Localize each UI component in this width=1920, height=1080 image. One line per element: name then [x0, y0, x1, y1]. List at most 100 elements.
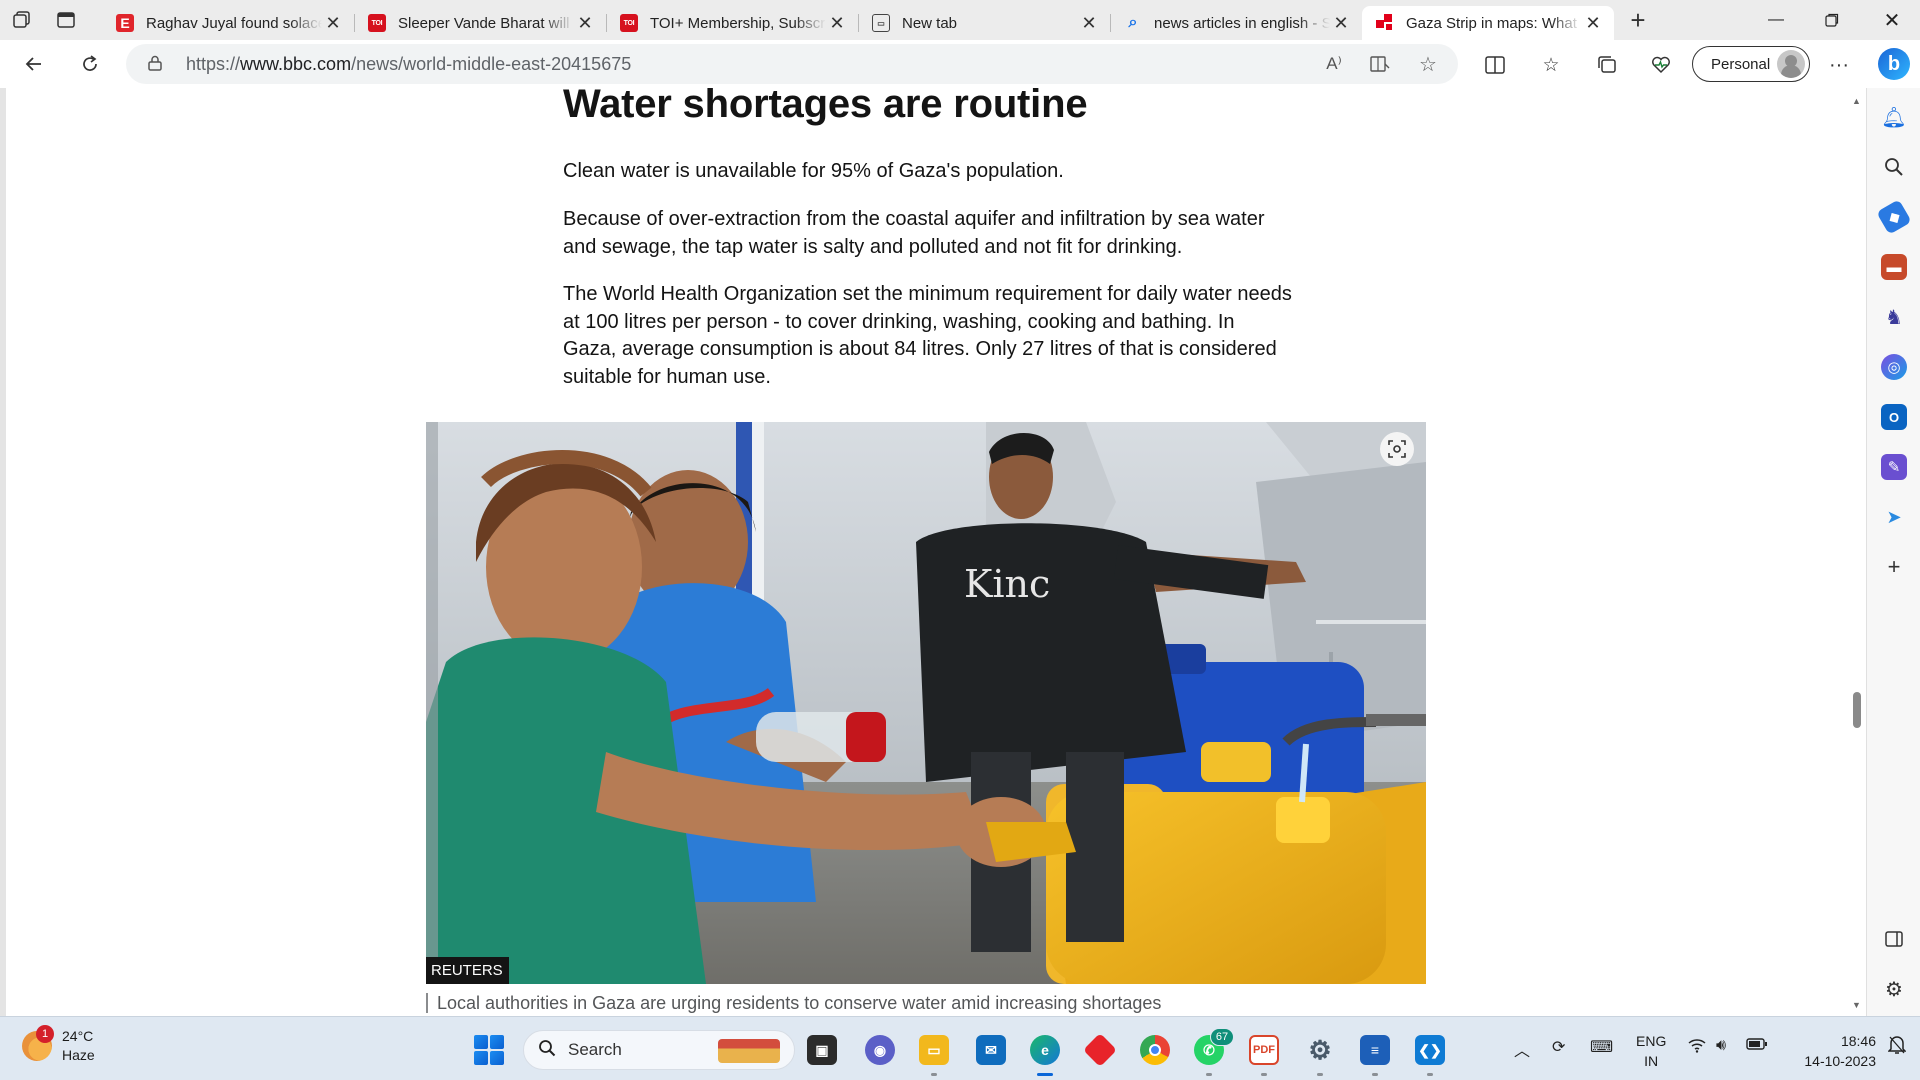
weather-condition: Haze: [62, 1047, 95, 1063]
sidebar-settings-gear-icon[interactable]: ⚙: [1881, 976, 1907, 1002]
favorites-icon[interactable]: ☆: [1538, 52, 1564, 78]
expand-image-icon[interactable]: [1380, 432, 1414, 466]
search-icon: [538, 1039, 556, 1062]
outlook-icon[interactable]: O: [1881, 404, 1907, 430]
profile-button[interactable]: Personal: [1692, 46, 1810, 82]
drop-send-icon[interactable]: ➤: [1881, 504, 1907, 530]
edge-browser-icon[interactable]: e: [1030, 1035, 1060, 1065]
bing-copilot-button[interactable]: b: [1874, 44, 1914, 84]
tab-raghav-juyal[interactable]: E Raghav Juyal found solace ✕: [102, 6, 354, 40]
page-viewport: Water shortages are routine Clean water …: [0, 88, 1848, 1016]
image-caption: Local authorities in Gaza are urging res…: [426, 993, 1161, 1013]
shopping-tag-icon[interactable]: ◆: [1876, 199, 1912, 235]
tab-title: news articles in english - S: [1154, 14, 1330, 32]
notepad-icon[interactable]: ≡: [1360, 1035, 1390, 1065]
start-windows-icon[interactable]: [474, 1035, 504, 1065]
close-tab-icon[interactable]: ✕: [1330, 13, 1352, 34]
weather-widget[interactable]: 1 24°C Haze: [22, 1025, 95, 1065]
tab-actions-icon[interactable]: [44, 0, 88, 40]
notification-center-icon[interactable]: [1887, 1035, 1907, 1060]
page-scrollbar[interactable]: ▲ ▼: [1848, 88, 1866, 1016]
search-highlight-illustration: [718, 1039, 780, 1063]
microsoft-365-icon[interactable]: ◎: [1881, 354, 1907, 380]
volume-icon[interactable]: 🔊︎: [1716, 1037, 1726, 1055]
settings-gear-icon[interactable]: ⚙: [1305, 1035, 1335, 1065]
wifi-icon[interactable]: [1688, 1037, 1706, 1058]
keyboard-icon[interactable]: ⌨: [1590, 1037, 1613, 1057]
back-arrow-icon[interactable]: [12, 44, 56, 84]
running-indicator: [1261, 1073, 1267, 1076]
taskbar-search-box[interactable]: Search: [523, 1030, 795, 1070]
battery-icon[interactable]: [1746, 1037, 1768, 1056]
active-indicator: [1037, 1073, 1053, 1076]
close-window-icon[interactable]: ✕: [1864, 0, 1920, 40]
red-diamond-app-icon[interactable]: [1083, 1033, 1117, 1067]
performance-heart-icon[interactable]: [1648, 52, 1674, 78]
notifications-bell-icon[interactable]: 🔔︎: [1881, 104, 1907, 130]
address-bar[interactable]: https://www.bbc.com/news/world-middle-ea…: [126, 44, 1458, 84]
more-menu-icon[interactable]: ···: [1826, 52, 1852, 78]
tab-gaza-strip-maps[interactable]: Gaza Strip in maps: What i ✕: [1362, 6, 1614, 40]
split-screen-icon[interactable]: [1482, 52, 1508, 78]
children-filling-water-photo: Kinc: [426, 422, 1426, 984]
close-tab-icon[interactable]: ✕: [1582, 13, 1604, 34]
refresh-icon[interactable]: [68, 44, 112, 84]
close-tab-icon[interactable]: ✕: [1078, 13, 1100, 34]
favorite-star-icon[interactable]: ☆: [1416, 52, 1440, 76]
clock-date: 14-10-2023: [1804, 1053, 1876, 1069]
lock-icon[interactable]: [148, 55, 168, 74]
tab-sleeper-vande-bharat[interactable]: TOI Sleeper Vande Bharat will c ✕: [354, 6, 606, 40]
workspaces-icon[interactable]: [0, 0, 44, 40]
shirt-text: Kinc: [964, 562, 1050, 606]
task-view-icon[interactable]: ▣: [807, 1035, 837, 1065]
show-hidden-icons-chevron-icon[interactable]: ︿: [1514, 1037, 1530, 1061]
tab-news-search[interactable]: ⌕ news articles in english - S ✕: [1110, 6, 1362, 40]
chat-camera-icon[interactable]: ◉: [865, 1035, 895, 1065]
close-tab-icon[interactable]: ✕: [574, 13, 596, 34]
whatsapp-unread-badge: 67: [1210, 1028, 1234, 1046]
clock-time: 18:46: [1840, 1033, 1876, 1049]
bbc-map-icon: [1376, 14, 1394, 32]
scroll-down-arrow-icon[interactable]: ▼: [1852, 1000, 1861, 1010]
close-tab-icon[interactable]: ✕: [826, 13, 848, 34]
sidebar-search-icon[interactable]: [1881, 154, 1907, 180]
chrome-icon[interactable]: [1140, 1035, 1170, 1065]
article-paragraph: Clean water is unavailable for 95% of Ga…: [563, 160, 1064, 182]
close-tab-icon[interactable]: ✕: [322, 13, 344, 34]
sun-haze-icon: 1: [22, 1025, 54, 1061]
e-favicon-icon: E: [116, 14, 134, 32]
input-language-indicator[interactable]: ENG IN: [1636, 1031, 1666, 1071]
hide-sidebar-icon[interactable]: [1881, 926, 1907, 952]
read-aloud-icon[interactable]: A⁾: [1322, 52, 1346, 76]
minimize-icon[interactable]: —: [1748, 0, 1804, 40]
edge-sidebar: 🔔︎ ◆ ▬ ♞ ◎ O ✎ ➤ + ⚙: [1866, 88, 1920, 1016]
sync-icon[interactable]: ⟳: [1552, 1037, 1565, 1057]
pdf-reader-icon[interactable]: PDF: [1249, 1035, 1279, 1065]
system-clock[interactable]: 18:46 14-10-2023: [1786, 1031, 1876, 1071]
running-indicator: [1372, 1073, 1378, 1076]
scrollbar-thumb[interactable]: [1853, 692, 1861, 728]
search-icon: ⌕: [1128, 14, 1138, 31]
vscode-icon[interactable]: ❮❯: [1415, 1035, 1445, 1065]
restore-icon[interactable]: [1804, 0, 1860, 40]
collections-icon[interactable]: [1594, 52, 1620, 78]
add-sidebar-app-icon[interactable]: +: [1881, 554, 1907, 580]
running-indicator: [1427, 1073, 1433, 1076]
tab-title: Gaza Strip in maps: What i: [1406, 14, 1582, 32]
designer-icon[interactable]: ✎: [1881, 454, 1907, 480]
scroll-up-arrow-icon[interactable]: ▲: [1852, 96, 1861, 106]
running-indicator: [1206, 1073, 1212, 1076]
immersive-reader-icon[interactable]: [1368, 52, 1392, 76]
tab-new-tab[interactable]: ▭ New tab ✕: [858, 6, 1110, 40]
url-text[interactable]: https://www.bbc.com/news/world-middle-ea…: [186, 54, 631, 75]
tools-briefcase-icon[interactable]: ▬: [1881, 254, 1907, 280]
file-explorer-icon[interactable]: ▭: [919, 1035, 949, 1065]
section-heading: Water shortages are routine: [563, 88, 1088, 126]
new-tab-button[interactable]: +: [1618, 0, 1658, 40]
tab-title: Raghav Juyal found solace: [146, 14, 322, 32]
mail-icon[interactable]: ✉: [976, 1035, 1006, 1065]
language-code: ENG: [1636, 1033, 1667, 1049]
tab-toi-membership[interactable]: TOI TOI+ Membership, Subscri ✕: [606, 6, 858, 40]
games-chess-icon[interactable]: ♞: [1881, 304, 1907, 330]
article-photo[interactable]: Kinc REUTERS: [426, 422, 1426, 984]
